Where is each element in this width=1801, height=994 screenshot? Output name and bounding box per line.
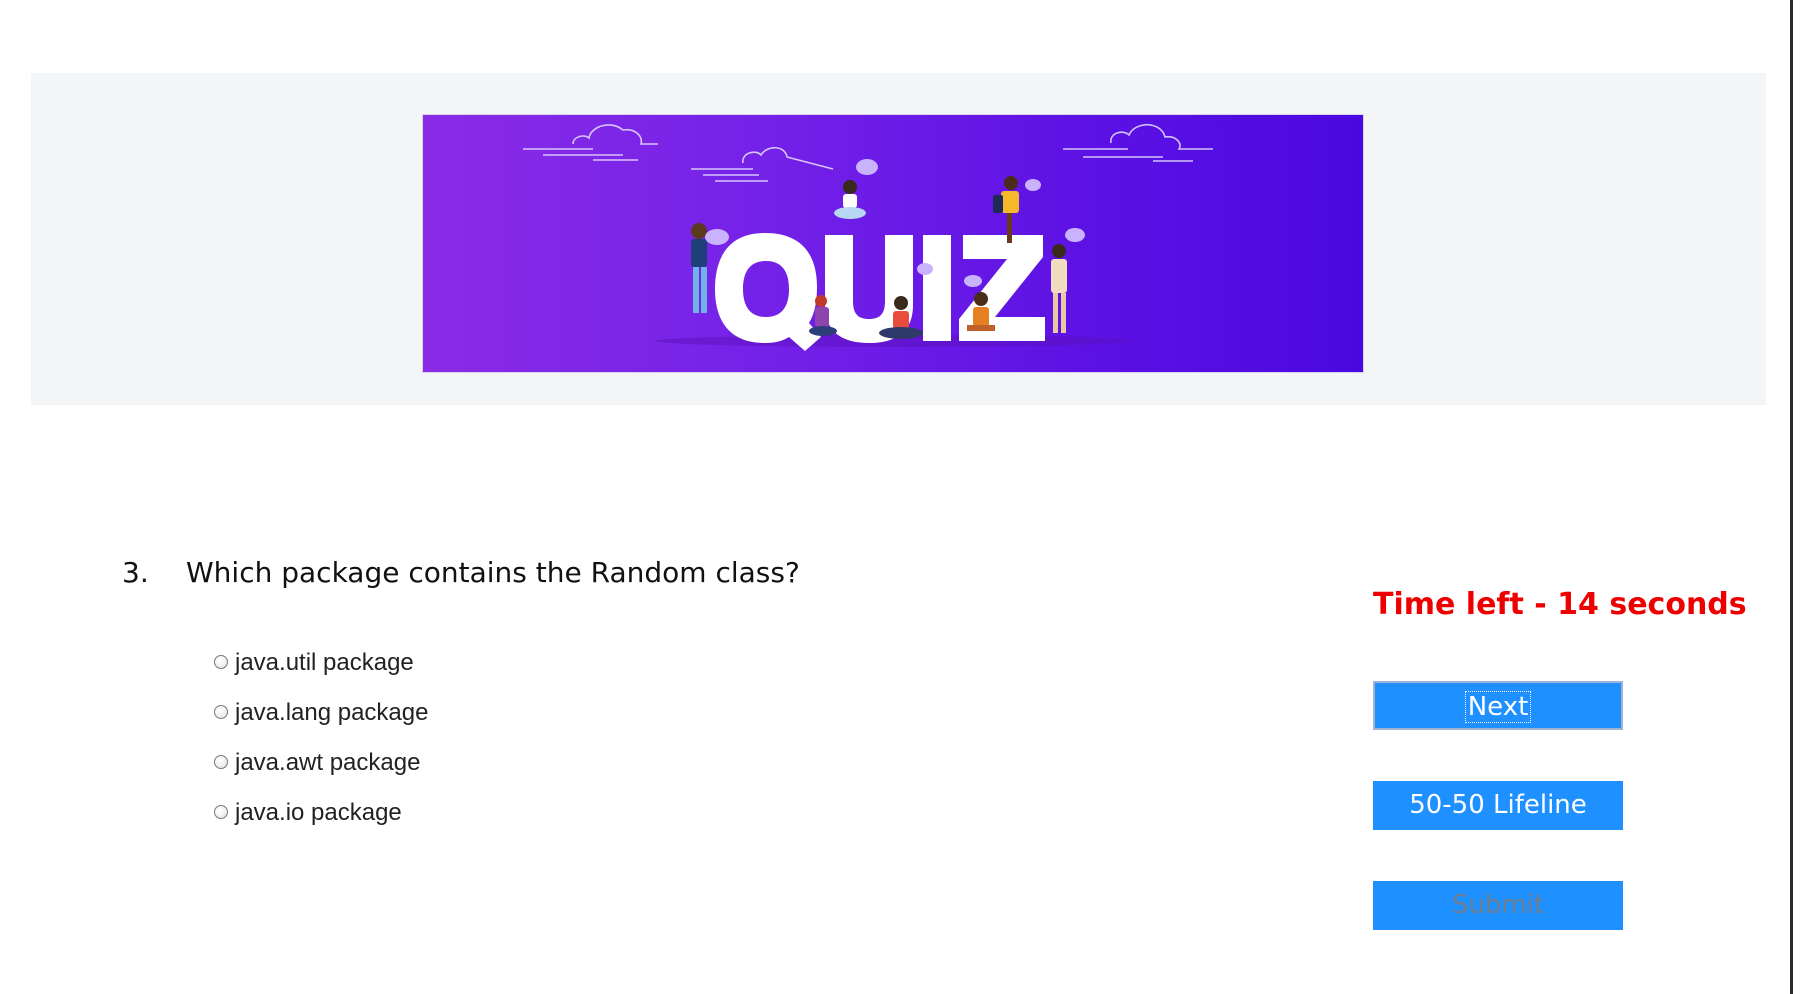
radio-button[interactable] (214, 655, 228, 669)
time-left-label: Time left - 14 seconds (1373, 587, 1747, 622)
question-text: Which package contains the Random class? (186, 556, 800, 589)
window-edge (1790, 0, 1793, 994)
fifty-fifty-lifeline-button[interactable]: 50-50 Lifeline (1373, 781, 1623, 830)
option-label: java.lang package (235, 699, 429, 726)
option-label: java.io package (235, 799, 402, 826)
next-button-label: Next (1464, 691, 1532, 723)
question: 3. Which package contains the Random clas… (122, 556, 800, 589)
radio-button[interactable] (214, 755, 228, 769)
option-label: java.util package (235, 649, 414, 676)
question-number: 3. (122, 556, 149, 589)
next-button[interactable]: Next (1373, 681, 1623, 730)
option-java-lang[interactable]: java.lang package (214, 698, 428, 748)
option-java-awt[interactable]: java.awt package (214, 748, 428, 798)
radio-button[interactable] (214, 805, 228, 819)
option-label: java.awt package (235, 749, 421, 776)
option-java-io[interactable]: java.io package (214, 798, 428, 848)
person-left (691, 223, 707, 313)
radio-button[interactable] (214, 705, 228, 719)
person-top-center (834, 180, 866, 219)
person-right (1051, 244, 1067, 333)
answer-options: java.util package java.lang package java… (214, 648, 428, 848)
person-top-right (993, 176, 1019, 243)
submit-button[interactable]: Submit (1373, 881, 1623, 930)
option-java-util[interactable]: java.util package (214, 648, 428, 698)
quiz-banner (422, 114, 1364, 373)
